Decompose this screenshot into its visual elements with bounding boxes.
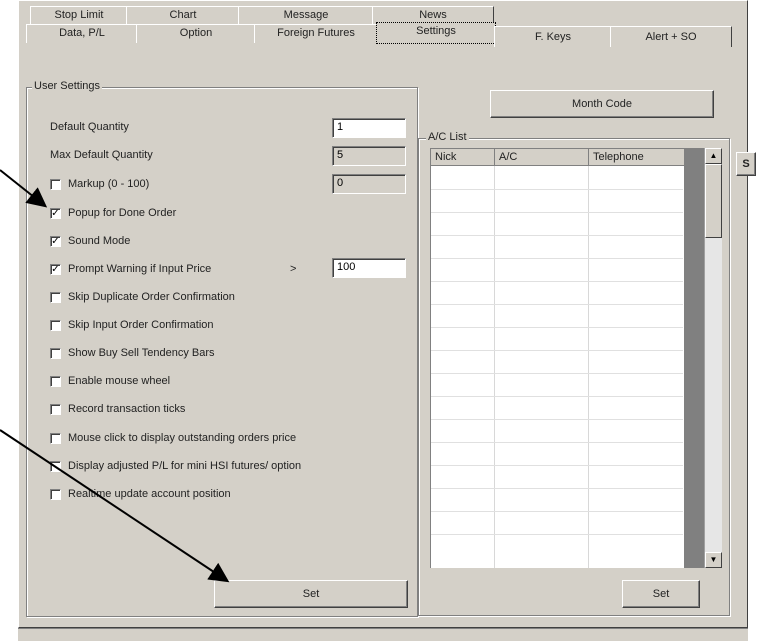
annotation-arrows: [0, 169, 230, 583]
